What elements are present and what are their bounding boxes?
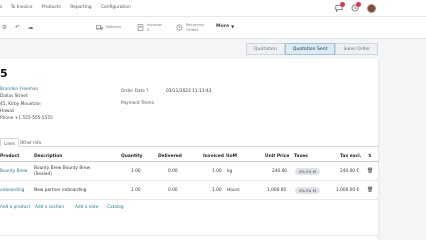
- order-date-label: Order Date ?: [121, 89, 149, 94]
- cell-delivered[interactable]: 0.00: [168, 188, 178, 193]
- customer-address-line: Hawaii: [0, 108, 15, 114]
- tab-other-info[interactable]: Other Info: [17, 138, 44, 147]
- customer-name[interactable]: Brandon Freeman: [0, 86, 53, 93]
- activity-badge: [356, 2, 361, 7]
- catalog-link[interactable]: Catalog: [107, 205, 124, 210]
- recurring-smart-button[interactable]: Recurring Orders: [176, 19, 204, 36]
- table-header: Product Description Quantity Delivered I…: [0, 151, 379, 162]
- cell-description[interactable]: New partner onboarding: [34, 188, 86, 193]
- status-quotation-sent[interactable]: Quotation Sent: [284, 43, 336, 55]
- delivery-label: Delivery: [106, 25, 122, 30]
- menu-item-configuration[interactable]: Configuration: [101, 5, 131, 10]
- col-product[interactable]: Product: [0, 154, 19, 159]
- recurring-label: Recurring Orders: [186, 23, 204, 32]
- menu-item-reporting[interactable]: Reporting: [70, 5, 91, 10]
- caret-down-icon: ▼: [231, 24, 235, 30]
- chat-badge: [340, 2, 345, 7]
- col-delivered[interactable]: Delivered: [158, 154, 182, 159]
- cloud-icon[interactable]: ☁: [26, 24, 35, 31]
- delivery-smart-button[interactable]: Delivery: [96, 19, 121, 36]
- divider: [0, 235, 379, 236]
- top-navbar: s To Invoice Products Reporting Configur…: [0, 0, 426, 17]
- main-menu: s To Invoice Products Reporting Configur…: [0, 5, 139, 10]
- cell-tax-excl: 240.00 €: [340, 169, 360, 174]
- cell-description[interactable]: Bounty Brew Bounty Brew (Sealed): [34, 166, 90, 178]
- cell-quantity[interactable]: 1.00: [131, 188, 141, 193]
- invoices-smart-button[interactable]: Invoices 0: [137, 19, 162, 36]
- column-settings-icon[interactable]: ⇅: [368, 154, 372, 159]
- table-row[interactable]: Bounty Brew Bounty Brew Bounty Brew (Sea…: [0, 163, 379, 181]
- notebook-tabs: Lines Other Info: [0, 138, 379, 147]
- order-date-field[interactable]: 03/11/2023 11:11:43: [166, 89, 211, 94]
- col-unit-price[interactable]: Unit Price: [265, 154, 289, 159]
- truck-icon: [96, 25, 103, 30]
- invoices-label: Invoices 0: [147, 23, 163, 32]
- cell-product[interactable]: onboarding: [0, 188, 24, 193]
- add-note-link[interactable]: Add a note: [75, 205, 98, 210]
- tax-tag[interactable]: 0% EU M: [295, 168, 320, 175]
- col-description[interactable]: Description: [34, 154, 62, 159]
- add-section-link[interactable]: Add a section: [35, 205, 64, 210]
- cell-invoiced: 1.00: [212, 169, 222, 174]
- menu-item-partial[interactable]: s: [0, 5, 2, 10]
- tax-tag[interactable]: 0% EU M: [295, 187, 320, 194]
- trash-icon[interactable]: 🗑: [367, 168, 373, 174]
- page-title: 5: [0, 67, 8, 80]
- cell-unit-price[interactable]: 1,000.00: [267, 188, 286, 193]
- cell-delivered[interactable]: 0.00: [168, 169, 178, 174]
- undo-icon[interactable]: ↶: [13, 24, 22, 31]
- col-quantity[interactable]: Quantity: [121, 154, 143, 159]
- clock-icon: [176, 24, 183, 31]
- more-button[interactable]: More ▼: [216, 19, 234, 36]
- col-invoiced[interactable]: Invoiced: [203, 154, 224, 159]
- table-row[interactable]: onboarding New partner onboarding 1.00 0…: [0, 182, 379, 200]
- avatar[interactable]: [367, 4, 376, 13]
- cell-uom[interactable]: Hours: [227, 188, 240, 193]
- cell-tax-excl: 1,000.00 €: [336, 188, 360, 193]
- status-quotation[interactable]: Quotation: [246, 43, 285, 55]
- statusbar: Quotation Quotation Sent Sales Order: [246, 43, 379, 55]
- more-label: More: [216, 24, 230, 30]
- customer-address-line: Dallas Street: [0, 94, 28, 100]
- record-actions: ⚙ ↶ ☁: [0, 24, 35, 31]
- customer-block: Brandon Freeman Dallas Street 45, Kirby …: [0, 86, 53, 122]
- menu-item-products[interactable]: Products: [42, 5, 61, 10]
- cell-product[interactable]: Bounty Brew: [0, 169, 27, 174]
- customer-phone: Phone +1 555-555-5555: [0, 116, 53, 122]
- trash-icon[interactable]: 🗑: [367, 187, 373, 193]
- menu-item-to-invoice[interactable]: To Invoice: [11, 5, 33, 10]
- chatter-area: [380, 59, 426, 240]
- cell-invoiced: 1.00: [212, 188, 222, 193]
- form-sheet: 5 Brandon Freeman Dallas Street 45, Kirb…: [0, 59, 379, 240]
- col-tax-excl[interactable]: Tax excl.: [340, 154, 361, 159]
- add-product-link[interactable]: Add a product: [0, 205, 30, 210]
- cell-unit-price[interactable]: 240.00: [272, 169, 287, 174]
- col-uom[interactable]: UoM: [226, 154, 237, 159]
- control-panel: ⚙ ↶ ☁ Delivery Invoices 0 Recurring Orde…: [0, 17, 426, 39]
- payment-terms-label: Payment Terms: [121, 101, 154, 106]
- col-taxes[interactable]: Taxes: [294, 154, 308, 159]
- cell-quantity[interactable]: 1.00: [131, 169, 141, 174]
- customer-address-line: 45, Kirby Mountain: [0, 101, 41, 107]
- invoice-icon: [137, 24, 144, 31]
- status-row: Quotation Quotation Sent Sales Order: [0, 39, 426, 59]
- status-sales-order[interactable]: Sales Order: [335, 43, 379, 55]
- cell-uom[interactable]: kg: [227, 169, 232, 174]
- gear-icon[interactable]: ⚙: [0, 24, 9, 31]
